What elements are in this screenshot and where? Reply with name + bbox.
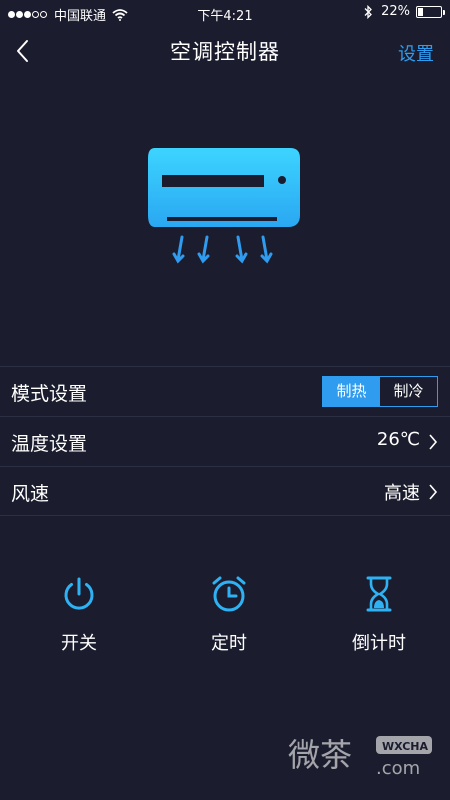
alarm-clock-icon	[212, 576, 246, 612]
chevron-right-icon	[429, 484, 438, 500]
power-button[interactable]: 开关	[19, 574, 139, 655]
air-conditioner-icon	[148, 148, 300, 264]
mode-cool-button[interactable]: 制冷	[380, 377, 437, 406]
power-label: 开关	[61, 633, 97, 654]
status-right: 22%	[363, 4, 445, 19]
watermark-logo: 微茶 WXCHA .com	[288, 736, 432, 779]
mode-toggle: 制热 制冷	[322, 376, 438, 407]
mode-setting-label: 模式设置	[11, 383, 88, 405]
timer-button[interactable]: 定时	[169, 574, 289, 655]
countdown-label: 倒计时	[352, 633, 406, 654]
power-icon	[64, 577, 94, 610]
battery-icon	[416, 5, 445, 18]
bluetooth-icon	[364, 4, 373, 19]
battery-level-fill	[418, 7, 423, 16]
navigation-bar: 空调控制器 设置	[0, 26, 450, 76]
battery-percentage: 22%	[381, 4, 410, 19]
mode-heat-button[interactable]: 制热	[323, 377, 380, 406]
temperature-setting-row[interactable]: 温度设置 26℃	[0, 416, 450, 466]
countdown-button[interactable]: 倒计时	[319, 574, 439, 655]
svg-text:.com: .com	[376, 758, 420, 779]
svg-text:微茶: 微茶	[288, 736, 352, 774]
mode-setting-row: 模式设置 制热 制冷	[0, 366, 450, 416]
temperature-setting-label: 温度设置	[11, 433, 88, 455]
page-title: 空调控制器	[170, 40, 280, 64]
temperature-value: 26℃	[376, 429, 420, 450]
settings-button[interactable]: 设置	[398, 40, 434, 66]
svg-text:WXCHA: WXCHA	[382, 740, 429, 753]
hourglass-icon	[366, 576, 392, 612]
timer-label: 定时	[211, 633, 247, 654]
settings-list: 模式设置 制热 制冷 温度设置 26℃ 风速 高速	[0, 366, 450, 516]
action-bar: 开关 定时 倒计时	[0, 574, 450, 664]
chevron-right-icon	[429, 434, 438, 450]
fan-speed-label: 风速	[11, 483, 50, 505]
fan-speed-row[interactable]: 风速 高速	[0, 466, 450, 516]
ac-controller-screen: 中国联通 下午4:21 22% 空调控制器 设置 模式设置 制热 制冷 温度设置…	[0, 0, 450, 800]
status-bar: 中国联通 下午4:21 22%	[0, 0, 450, 26]
fan-speed-value: 高速	[384, 483, 420, 504]
